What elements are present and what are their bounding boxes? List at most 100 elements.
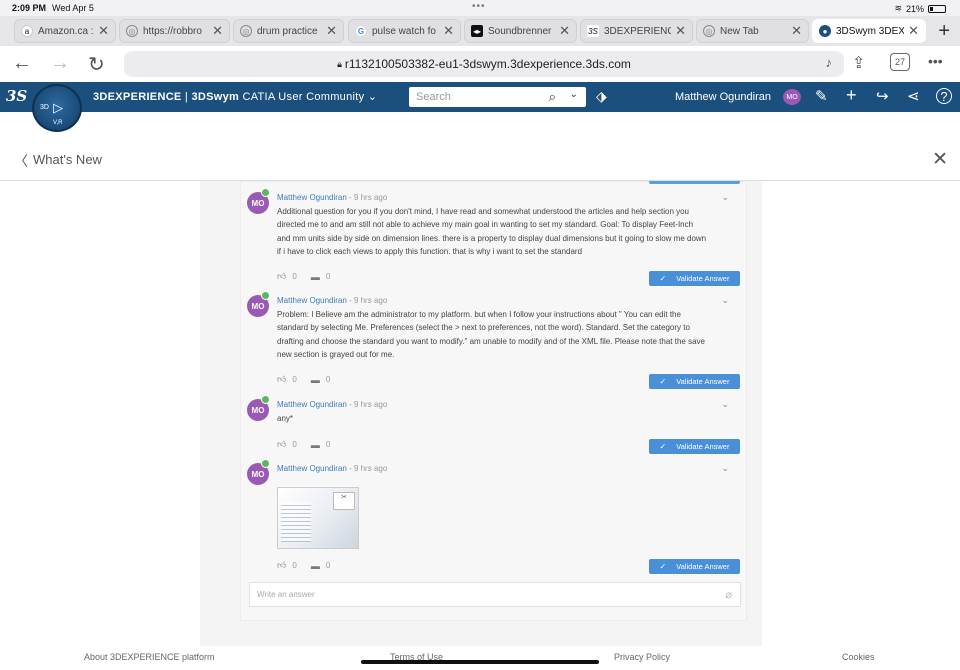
share-icon[interactable]: ⇪ xyxy=(852,53,865,73)
add-icon[interactable]: + xyxy=(846,85,857,106)
tag-icon[interactable]: ⬗ xyxy=(596,88,607,105)
verified-check-icon xyxy=(261,459,270,468)
comment-bubble-icon[interactable]: ▬ xyxy=(311,272,320,282)
tab-label: 3DSwym 3DEX xyxy=(836,25,905,37)
tab-new-tab[interactable]: ◎ New Tab ✕ xyxy=(696,19,809,43)
validate-answer-button[interactable]: ✓ Validate Answer xyxy=(649,374,740,389)
close-icon[interactable]: ✕ xyxy=(908,23,919,39)
tab-soundbrenner[interactable]: ◂▸ Soundbrenner ✕ xyxy=(464,19,577,43)
reply-count: 0 xyxy=(325,561,331,570)
comment-bubble-icon[interactable]: ▬ xyxy=(311,561,320,571)
multitask-dots[interactable]: ••• xyxy=(472,1,486,12)
tab-robbro[interactable]: ◎ https://robbro ✕ xyxy=(119,19,230,43)
tab-3dswym[interactable]: ● 3DSwym 3DEX ✕ xyxy=(812,19,926,43)
brand-name: 3DEXPERIENCE xyxy=(93,91,182,103)
comment-author[interactable]: Matthew Ogundiran - 9 hrs ago xyxy=(277,400,387,409)
reply-count: 0 xyxy=(325,375,331,384)
attached-screenshot-image[interactable]: ✂ xyxy=(277,487,359,549)
comment-body: Problem: I Believe am the administrator … xyxy=(277,310,705,359)
close-icon[interactable]: ✕ xyxy=(675,23,686,39)
tab-amazon[interactable]: a Amazon.ca : d ✕ xyxy=(14,19,116,43)
close-icon[interactable]: ✕ xyxy=(98,23,109,39)
close-icon[interactable]: ✕ xyxy=(932,148,948,171)
search-icon[interactable]: ⌕ xyxy=(549,89,556,105)
validate-answer-button[interactable]: ✓ Validate Answer xyxy=(649,439,740,454)
validate-label: Validate Answer xyxy=(676,442,730,451)
search-input[interactable]: Search ⌕ ⌄ xyxy=(409,87,586,107)
comment-author[interactable]: Matthew Ogundiran - 9 hrs ago xyxy=(277,193,387,202)
tab-label: pulse watch fo xyxy=(372,25,436,37)
compass-icon[interactable]: 3D ▷ V,R xyxy=(32,84,82,132)
comment-stats: 👍︎ 0 ▬ 0 xyxy=(277,271,330,282)
status-date: Wed Apr 5 xyxy=(52,3,94,13)
share-arrow-icon[interactable]: ↪ xyxy=(876,87,889,105)
answer-input[interactable]: Write an answer ⌀ xyxy=(249,582,741,607)
google-icon: G xyxy=(355,25,367,37)
reload-icon[interactable]: ↻ xyxy=(88,52,105,77)
app-title[interactable]: 3DEXPERIENCE | 3DSwym CATIA User Communi… xyxy=(93,90,377,103)
url-field[interactable]: 🔒︎ r1132100503382-eu1-3dswym.3dexperienc… xyxy=(124,51,844,77)
comment-bubble-icon[interactable]: ▬ xyxy=(311,440,320,450)
like-count: 0 xyxy=(292,440,297,449)
close-icon[interactable]: ✕ xyxy=(212,23,223,39)
more-icon[interactable]: ••• xyxy=(928,53,943,69)
validate-button-partial[interactable] xyxy=(649,181,740,184)
search-placeholder: Search xyxy=(416,91,451,103)
amazon-icon: a xyxy=(21,25,33,37)
avatar[interactable]: MO xyxy=(783,89,801,105)
chevron-down-icon[interactable]: ⌄ xyxy=(721,192,729,203)
tab-drum-practice[interactable]: ◎ drum practice ✕ xyxy=(233,19,344,43)
globe-icon: ◎ xyxy=(126,25,138,37)
close-icon[interactable]: ✕ xyxy=(326,23,337,39)
footer-link-about[interactable]: About 3DEXPERIENCE platform xyxy=(84,652,215,662)
url-text: r1132100503382-eu1-3dswym.3dexperience.3… xyxy=(344,57,631,71)
paperclip-icon[interactable]: ⌀ xyxy=(725,588,732,601)
comment-time: - 9 hrs ago xyxy=(346,400,388,409)
network-icon[interactable]: ⋖ xyxy=(907,87,920,105)
chevron-down-icon[interactable]: ⌄ xyxy=(721,399,729,410)
tab-label: https://robbro xyxy=(143,25,202,37)
reply-count: 0 xyxy=(325,440,331,449)
chevron-down-icon[interactable]: ⌄ xyxy=(570,89,578,100)
help-icon[interactable]: ? xyxy=(936,88,952,104)
validate-answer-button[interactable]: ✓ Validate Answer xyxy=(649,271,740,286)
user-name[interactable]: Matthew Ogundiran xyxy=(675,91,771,103)
chevron-down-icon: ⌄ xyxy=(367,91,378,103)
back-arrow-icon[interactable]: ← xyxy=(12,52,32,75)
forward-arrow-icon[interactable]: → xyxy=(50,52,70,75)
thumbs-up-icon[interactable]: 👍︎ xyxy=(277,560,286,571)
tab-3dexperience[interactable]: 3S 3DEXPERIENC ✕ xyxy=(580,19,693,43)
footer-link-privacy[interactable]: Privacy Policy xyxy=(614,652,670,662)
close-icon[interactable]: ✕ xyxy=(443,23,454,39)
checkmark-icon: ✓ xyxy=(659,442,667,451)
back-chevron-icon[interactable]: 〈 xyxy=(14,151,28,171)
tab-overview-button[interactable]: 27 xyxy=(890,53,910,71)
home-indicator[interactable] xyxy=(361,660,599,664)
globe-icon: ◎ xyxy=(240,25,252,37)
footer-link-cookies[interactable]: Cookies xyxy=(842,652,875,662)
post-icon[interactable]: ✎ xyxy=(815,87,828,105)
comment-time: - 9 hrs ago xyxy=(346,464,388,473)
close-icon[interactable]: ✕ xyxy=(559,23,570,39)
thumbs-up-icon[interactable]: 👍︎ xyxy=(277,439,286,450)
thumbs-up-icon[interactable]: 👍︎ xyxy=(277,271,286,282)
comment-author[interactable]: Matthew Ogundiran - 9 hrs ago xyxy=(277,296,387,305)
chevron-down-icon[interactable]: ⌄ xyxy=(721,295,729,306)
status-time: 2:09 PM Wed Apr 5 xyxy=(12,3,94,13)
microphone-icon[interactable]: ♪ xyxy=(826,55,833,70)
status-bar: 2:09 PM Wed Apr 5 ••• ≋ 21% xyxy=(0,0,960,16)
like-count: 0 xyxy=(292,272,297,281)
checkmark-icon: ✓ xyxy=(659,377,667,386)
new-tab-plus-icon[interactable]: + xyxy=(938,20,950,43)
validate-answer-button[interactable]: ✓ Validate Answer xyxy=(649,559,740,574)
chevron-down-icon[interactable]: ⌄ xyxy=(721,463,729,474)
page-title: What's New xyxy=(33,152,102,167)
3ds-logo-icon[interactable]: 3S xyxy=(6,87,27,105)
thumbs-up-icon[interactable]: 👍︎ xyxy=(277,374,286,385)
comment-author[interactable]: Matthew Ogundiran - 9 hrs ago xyxy=(277,464,387,473)
validate-label: Validate Answer xyxy=(676,274,730,283)
tab-pulse-watch[interactable]: G pulse watch fo ✕ xyxy=(348,19,461,43)
comment-bubble-icon[interactable]: ▬ xyxy=(311,375,320,385)
close-icon[interactable]: ✕ xyxy=(791,23,802,39)
comment-stats: 👍︎ 0 ▬ 0 xyxy=(277,560,330,571)
